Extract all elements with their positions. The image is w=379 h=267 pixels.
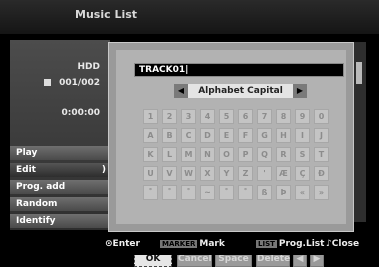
- mode-prev-icon[interactable]: ◀: [174, 84, 188, 98]
- key-button[interactable]: B: [162, 128, 177, 143]
- key-button[interactable]: G: [257, 128, 272, 143]
- key-button[interactable]: L: [162, 147, 177, 162]
- key-button[interactable]: ß: [257, 185, 272, 200]
- prog-list-hint: LIST Prog.List: [256, 239, 324, 249]
- key-button[interactable]: ˚: [238, 185, 253, 200]
- key-button[interactable]: D: [200, 128, 215, 143]
- key-button[interactable]: Æ: [276, 166, 291, 181]
- close-hint: ♪Close: [326, 239, 359, 249]
- key-button[interactable]: V: [162, 166, 177, 181]
- key-button[interactable]: ˚: [181, 185, 196, 200]
- key-button[interactable]: H: [276, 128, 291, 143]
- key-button[interactable]: ': [257, 166, 272, 181]
- key-button[interactable]: E: [219, 128, 234, 143]
- name-input-value: TRACK01: [139, 65, 186, 75]
- key-button[interactable]: U: [143, 166, 158, 181]
- text-cursor: |: [185, 65, 189, 75]
- marker-key-icon: MARKER: [160, 239, 198, 248]
- submenu-arrow-icon: ): [101, 165, 106, 175]
- key-button[interactable]: I: [295, 128, 310, 143]
- menu-item-label: Identify: [16, 216, 56, 226]
- keyboard-mode-label: Alphabet Capital: [198, 86, 283, 96]
- key-button[interactable]: F: [238, 128, 253, 143]
- key-button[interactable]: T: [314, 147, 329, 162]
- key-button[interactable]: X: [200, 166, 215, 181]
- key-button[interactable]: ˚: [219, 185, 234, 200]
- status-bar: ⊙Enter MARKER Mark LIST Prog.List ♪Close: [0, 236, 379, 255]
- key-button[interactable]: Þ: [276, 185, 291, 200]
- menu-item-edit[interactable]: Edit): [10, 163, 110, 177]
- key-button[interactable]: »: [314, 185, 329, 200]
- key-button[interactable]: 3: [181, 109, 196, 124]
- key-button[interactable]: Ç: [295, 166, 310, 181]
- key-button[interactable]: O: [219, 147, 234, 162]
- key-button[interactable]: 1: [143, 109, 158, 124]
- list-key-icon: LIST: [256, 239, 277, 248]
- key-button[interactable]: M: [181, 147, 196, 162]
- source-label: HDD: [77, 62, 100, 72]
- menu-item-label: Prog. add: [16, 182, 66, 192]
- square-icon: [44, 79, 52, 86]
- left-panel: HDD 001/002 0:00:00 Play Edit) Prog. add…: [10, 40, 110, 230]
- key-button[interactable]: 6: [238, 109, 253, 124]
- menu-item-identify[interactable]: Identify: [10, 214, 110, 228]
- key-button[interactable]: Ð: [314, 166, 329, 181]
- key-button[interactable]: S: [295, 147, 310, 162]
- key-button[interactable]: Y: [219, 166, 234, 181]
- key-button[interactable]: 0: [314, 109, 329, 124]
- menu-item-play[interactable]: Play: [10, 146, 110, 160]
- key-button[interactable]: K: [143, 147, 158, 162]
- keyboard-dialog: TRACK01| ◀ Alphabet Capital ▶ 1234567890…: [108, 42, 354, 267]
- menu-item-random[interactable]: Random: [10, 197, 110, 211]
- keyboard-mode-selector[interactable]: ◀ Alphabet Capital ▶: [174, 84, 307, 98]
- key-button[interactable]: 9: [295, 109, 310, 124]
- keyboard-dialog-body: TRACK01| ◀ Alphabet Capital ▶ 1234567890…: [116, 50, 346, 224]
- mark-hint-label: Mark: [199, 239, 225, 249]
- key-button[interactable]: ˚: [162, 185, 177, 200]
- close-hint-label: Close: [331, 239, 360, 249]
- menu-item-prog-add[interactable]: Prog. add: [10, 180, 110, 194]
- key-button[interactable]: W: [181, 166, 196, 181]
- enter-hint-label: Enter: [112, 239, 140, 249]
- key-button[interactable]: 5: [219, 109, 234, 124]
- menu-item-label: Play: [16, 148, 38, 158]
- name-input[interactable]: TRACK01|: [134, 63, 344, 77]
- key-button[interactable]: «: [295, 185, 310, 200]
- key-button[interactable]: Q: [257, 147, 272, 162]
- title-bar: Music List: [0, 0, 379, 34]
- key-button[interactable]: A: [143, 128, 158, 143]
- key-button[interactable]: Z: [238, 166, 253, 181]
- key-button[interactable]: 2: [162, 109, 177, 124]
- key-button[interactable]: 7: [257, 109, 272, 124]
- key-button[interactable]: ˚: [143, 185, 158, 200]
- key-button[interactable]: P: [238, 147, 253, 162]
- key-button[interactable]: 4: [200, 109, 215, 124]
- key-button[interactable]: 8: [276, 109, 291, 124]
- prog-list-hint-label: Prog.List: [278, 239, 325, 249]
- key-button[interactable]: ~: [200, 185, 215, 200]
- menu-item-label: Random: [16, 199, 58, 209]
- track-counter: 001/002: [44, 78, 100, 88]
- mark-hint: MARKER Mark: [160, 239, 225, 249]
- key-button[interactable]: J: [314, 128, 329, 143]
- track-count: 001/002: [59, 78, 100, 88]
- mode-next-icon[interactable]: ▶: [293, 84, 307, 98]
- scroll-thumb[interactable]: [356, 62, 362, 84]
- key-button[interactable]: C: [181, 128, 196, 143]
- time-display: 0:00:00: [61, 108, 100, 118]
- key-button[interactable]: N: [200, 147, 215, 162]
- key-button[interactable]: R: [276, 147, 291, 162]
- page-title: Music List: [75, 8, 138, 21]
- menu-item-label: Edit: [16, 165, 36, 175]
- enter-hint: ⊙Enter: [105, 239, 140, 249]
- enter-icon: ⊙: [105, 239, 113, 249]
